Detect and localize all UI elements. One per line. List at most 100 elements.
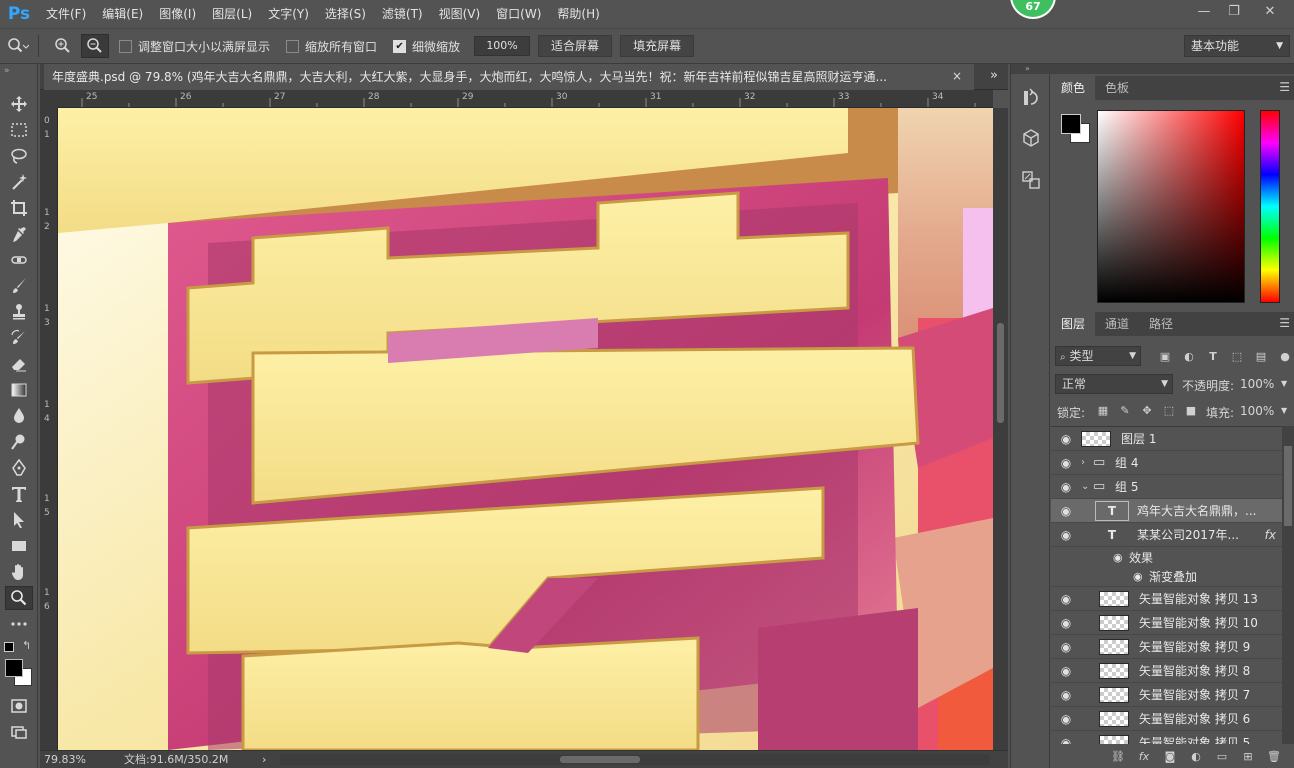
rectangle-tool[interactable] (5, 534, 33, 558)
move-tool[interactable] (5, 92, 33, 116)
visibility-eye-icon[interactable]: ◉ (1051, 664, 1081, 678)
clone-stamp-tool[interactable] (5, 300, 33, 324)
menu-edit[interactable]: 编辑(E) (94, 0, 151, 28)
visibility-eye-icon[interactable]: ◉ (1051, 616, 1081, 630)
menu-select[interactable]: 选择(S) (317, 0, 374, 28)
swap-colors-icon[interactable]: ↰ (22, 639, 31, 652)
pen-tool[interactable] (5, 456, 33, 480)
new-layer-icon[interactable]: ⊞ (1238, 748, 1258, 764)
paragraph-panel-button[interactable] (1019, 168, 1043, 192)
horizontal-scroll-thumb[interactable] (560, 756, 640, 763)
blur-tool[interactable] (5, 404, 33, 428)
resize-windows-checkbox[interactable] (119, 39, 132, 53)
visibility-eye-icon[interactable]: ◉ (1051, 688, 1081, 702)
layer-row[interactable]: ◉ 矢量智能对象 拷贝 5 (1051, 731, 1282, 744)
fx-icon[interactable]: fx (1265, 528, 1276, 542)
layer-row[interactable]: ◉ 矢量智能对象 拷贝 8 (1051, 659, 1282, 683)
fill-field[interactable]: 100% (1240, 404, 1274, 418)
tab-paths[interactable]: 路径 (1139, 312, 1183, 336)
history-panel-button[interactable] (1019, 86, 1043, 110)
zoom-all-checkbox[interactable] (286, 39, 300, 53)
chevron-down-icon[interactable]: ▼ (1281, 406, 1287, 415)
opacity-field[interactable]: 100% (1240, 377, 1274, 391)
default-colors-icon[interactable] (4, 642, 14, 652)
lock-transparent-icon[interactable]: ▦ (1093, 402, 1113, 418)
tab-color[interactable]: 颜色 (1051, 76, 1096, 100)
zoom-tool-preset[interactable] (4, 34, 32, 58)
link-layers-icon[interactable]: ⛓ (1108, 748, 1128, 764)
menu-window[interactable]: 窗口(W) (488, 0, 549, 28)
layer-row[interactable]: ◉ 矢量智能对象 拷贝 7 (1051, 683, 1282, 707)
layer-row[interactable]: ◉ 图层 1 (1051, 427, 1282, 451)
chevron-right-icon[interactable]: › (1081, 457, 1093, 468)
menu-help[interactable]: 帮助(H) (549, 0, 607, 28)
scrubby-zoom-checkbox[interactable]: ✔ (393, 39, 407, 53)
layers-scroll-thumb[interactable] (1284, 446, 1292, 526)
filter-pixel-icon[interactable]: ▣ (1155, 348, 1175, 364)
tab-swatches[interactable]: 色板 (1095, 76, 1139, 100)
layer-row[interactable]: ◉ ⌄ ▭ 组 5 (1051, 475, 1282, 499)
visibility-eye-icon[interactable]: ◉ (1051, 456, 1081, 470)
layer-row[interactable]: ◉ 矢量智能对象 拷贝 13 (1051, 587, 1282, 611)
document-tab[interactable]: 年度盛典.psd @ 79.8% (鸡年大吉大名鼎鼎，大吉大利，大红大紫，大显身… (44, 64, 974, 90)
path-selection-tool[interactable] (5, 508, 33, 532)
visibility-eye-icon[interactable]: ◉ (1051, 592, 1081, 606)
visibility-eye-icon[interactable]: ◉ (1051, 712, 1081, 726)
menu-view[interactable]: 视图(V) (431, 0, 489, 28)
layer-filter-select[interactable]: ⌕ 类型 ▼ (1055, 346, 1141, 366)
close-window-button[interactable]: ✕ (1256, 2, 1284, 22)
menu-file[interactable]: 文件(F) (38, 0, 94, 28)
chevron-down-icon[interactable]: ▼ (1281, 379, 1287, 388)
properties-panel-button[interactable] (1019, 126, 1043, 150)
magic-wand-tool[interactable] (5, 170, 33, 194)
marquee-tool[interactable] (5, 118, 33, 142)
effect-item-row[interactable]: ◉ 渐变叠加 (1051, 567, 1282, 587)
dodge-tool[interactable] (5, 430, 33, 454)
filter-smart-object-icon[interactable]: ▤ (1251, 348, 1271, 364)
collapse-toolbox-icon[interactable]: » (4, 66, 10, 76)
effects-row[interactable]: ◉ 效果 (1051, 547, 1282, 567)
layer-row[interactable]: ◉ 矢量智能对象 拷贝 6 (1051, 707, 1282, 731)
panel-menu-icon[interactable]: ☰ (1279, 80, 1290, 94)
lock-position-icon[interactable]: ✥ (1137, 402, 1157, 418)
fit-screen-button[interactable]: 适合屏幕 (538, 35, 613, 57)
filter-type-icon[interactable]: T (1203, 348, 1223, 364)
fill-screen-button[interactable]: 填充屏幕 (620, 35, 695, 57)
lock-all-icon[interactable]: ■ (1181, 402, 1201, 418)
menu-layer[interactable]: 图层(L) (204, 0, 260, 28)
crop-tool[interactable] (5, 196, 33, 220)
menu-type[interactable]: 文字(Y) (260, 0, 317, 28)
hue-slider[interactable] (1260, 110, 1280, 303)
status-menu-arrow-icon[interactable]: › (262, 751, 266, 768)
layer-row-selected[interactable]: ◉ T 鸡年大吉大名鼎鼎，... (1051, 499, 1282, 523)
zoom-level-field[interactable]: 79.83% (44, 751, 86, 768)
chevron-down-icon[interactable]: ⌄ (1081, 481, 1093, 492)
tab-layers[interactable]: 图层 (1051, 312, 1096, 336)
foreground-color-swatch[interactable] (5, 659, 23, 677)
eraser-tool[interactable] (5, 352, 33, 376)
layer-row[interactable]: ◉ › ▭ 组 4 (1051, 451, 1282, 475)
zoom-in-mode-button[interactable] (49, 34, 77, 58)
layers-menu-icon[interactable]: ☰ (1279, 316, 1290, 330)
add-mask-icon[interactable]: ◙ (1160, 748, 1180, 764)
zoom-tool[interactable] (5, 586, 33, 610)
lock-artboard-icon[interactable]: ⬚ (1159, 402, 1179, 418)
more-tools-button[interactable] (5, 612, 33, 636)
tab-overflow-icon[interactable]: » (990, 68, 998, 83)
visibility-eye-icon[interactable]: ◉ (1051, 432, 1081, 446)
menu-image[interactable]: 图像(I) (151, 0, 204, 28)
layer-row[interactable]: ◉ 矢量智能对象 拷贝 9 (1051, 635, 1282, 659)
brush-tool[interactable] (5, 274, 33, 298)
gradient-tool[interactable] (5, 378, 33, 402)
zoom-out-mode-button[interactable] (81, 34, 109, 58)
new-group-icon[interactable]: ▭ (1212, 748, 1232, 764)
filter-shape-icon[interactable]: ⬚ (1227, 348, 1247, 364)
lasso-tool[interactable] (5, 144, 33, 168)
filter-toggle-icon[interactable]: ● (1275, 348, 1294, 364)
color-field[interactable] (1097, 110, 1245, 303)
healing-brush-tool[interactable] (5, 248, 33, 272)
hand-tool[interactable] (5, 560, 33, 584)
vertical-scroll-thumb[interactable] (997, 323, 1004, 423)
workspace-select[interactable]: 基本功能 ▼ (1184, 35, 1290, 57)
lock-paint-icon[interactable]: ✎ (1115, 402, 1135, 418)
